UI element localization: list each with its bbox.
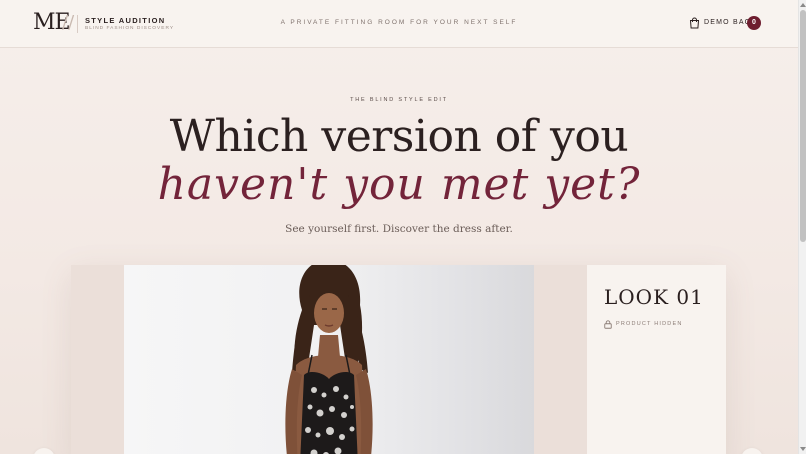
scroll-down-arrow-icon[interactable] [799,446,806,452]
page: ME // STYLE AUDITION BLIND FASHION DISCO… [0,0,798,454]
hero-subline: See yourself first. Discover the dress a… [285,223,513,235]
scroll-up-arrow-icon[interactable] [799,2,806,8]
bag-label: DEMO BAG [704,19,752,26]
brand-subtitle: BLIND FASHION DISCOVERY [85,26,175,31]
demo-bag-button[interactable]: DEMO BAG 0 [689,16,769,31]
header-tagline: A PRIVATE FITTING ROOM FOR YOUR NEXT SEL… [280,19,518,26]
page-scrollbar[interactable] [798,0,806,454]
product-hidden-label: PRODUCT HIDDEN [616,321,683,327]
previous-look-button[interactable] [33,448,55,454]
site-header: ME // STYLE AUDITION BLIND FASHION DISCO… [0,0,798,48]
hero-headline-line2: haven't you met yet? [157,159,641,210]
lock-icon [604,320,612,329]
hero-headline-line1: Which version of you [169,111,629,162]
bag-count-badge: 0 [747,16,761,30]
look-info-panel: LOOK 01 PRODUCT HIDDEN [587,265,726,454]
chevron-right-icon [741,448,763,454]
bag-icon [689,17,700,29]
look-photo[interactable] [124,265,534,454]
next-look-button[interactable] [741,448,763,454]
look-title: LOOK 01 [604,285,704,309]
scrollbar-thumb[interactable] [800,10,806,242]
chevron-left-icon [33,448,55,454]
look-card: LOOK 01 PRODUCT HIDDEN [71,265,726,454]
model-figure [285,265,373,454]
hero-eyebrow: THE BLIND STYLE EDIT [350,97,448,103]
